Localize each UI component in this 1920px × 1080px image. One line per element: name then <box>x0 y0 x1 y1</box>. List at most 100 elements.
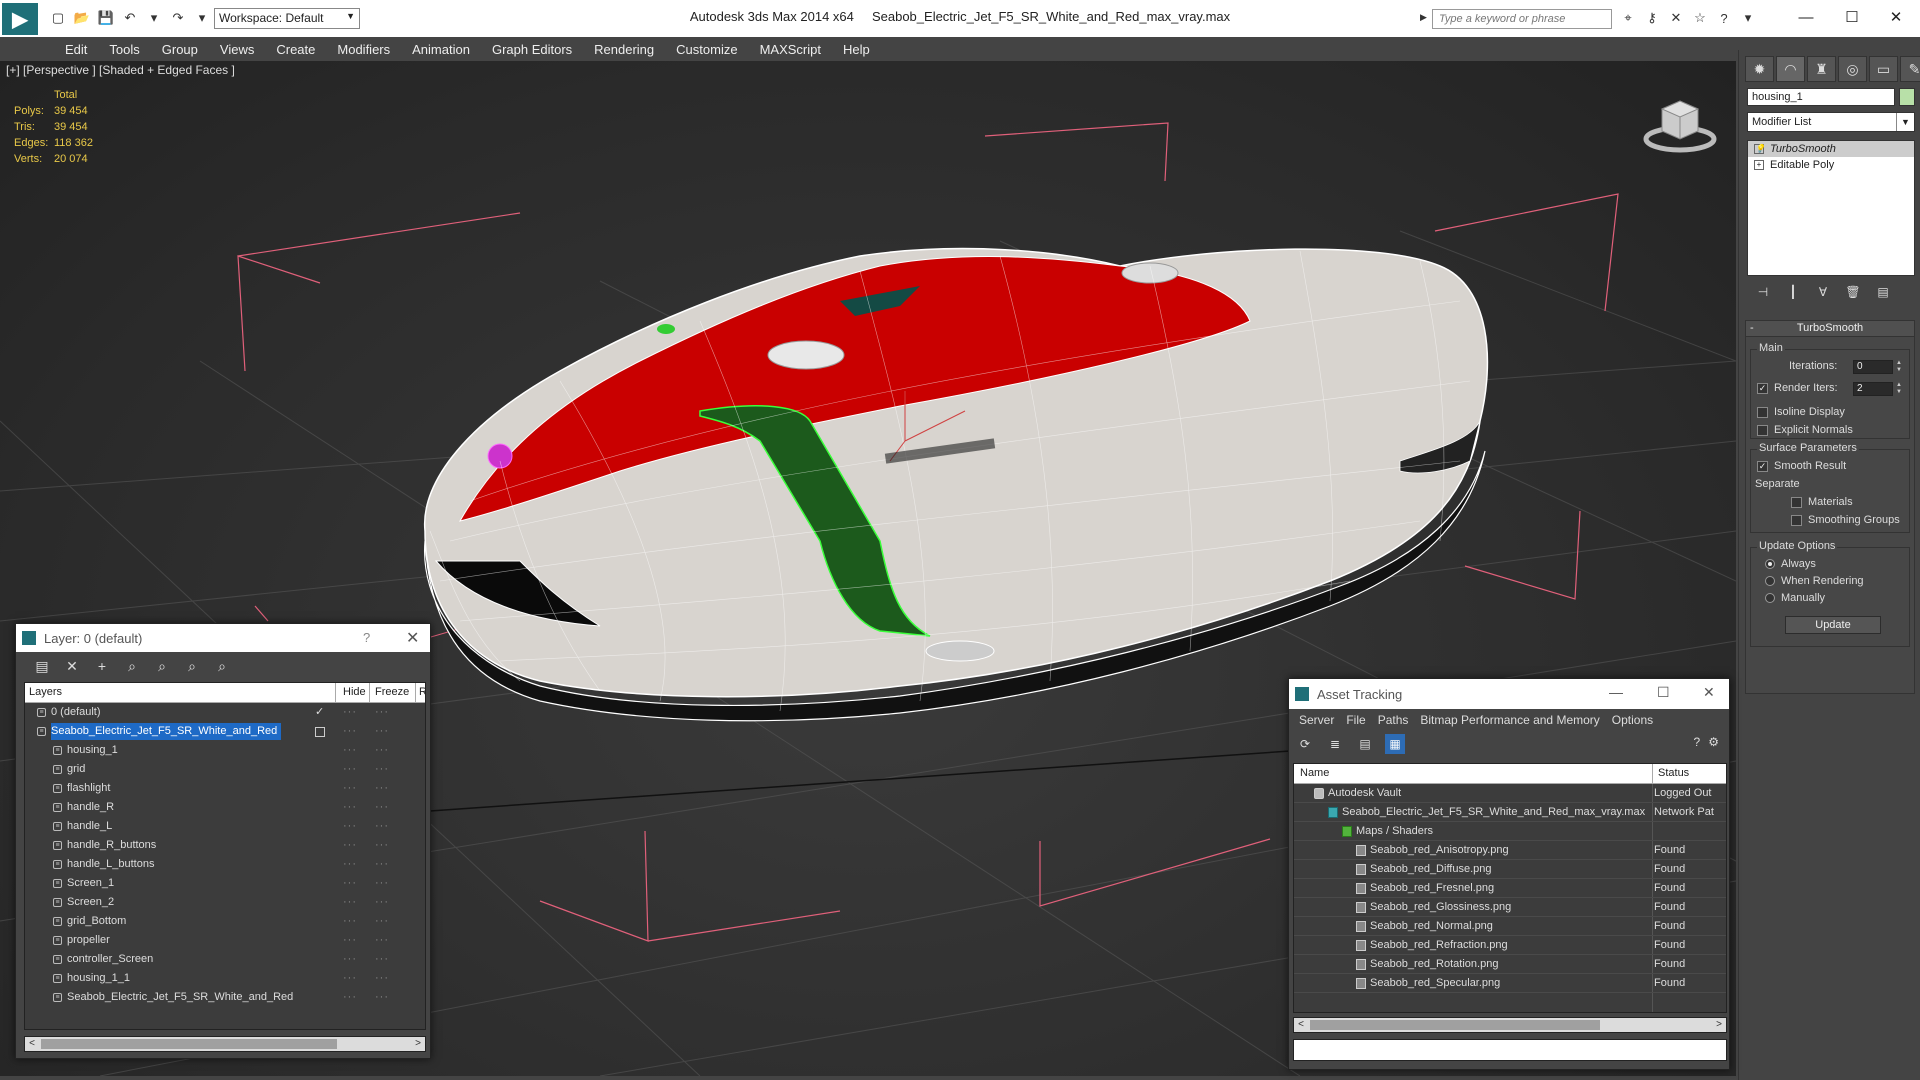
freeze-toggle[interactable]: ··· <box>375 950 389 969</box>
asset-row[interactable]: Seabob_red_Fresnel.png Found <box>1294 879 1726 898</box>
freeze-toggle[interactable]: ··· <box>375 722 389 741</box>
hide-toggle[interactable]: ··· <box>343 950 357 969</box>
layer-row[interactable]: ≡ grid ··· ··· <box>25 760 425 779</box>
freeze-toggle[interactable]: ··· <box>375 874 389 893</box>
new-file-icon[interactable]: ▢ <box>48 8 68 28</box>
column-layers[interactable]: Layers <box>29 686 62 698</box>
help-settings-icon[interactable]: ⚙ <box>1708 735 1719 749</box>
manually-radio[interactable] <box>1765 593 1775 603</box>
close-icon[interactable]: ✕ <box>1703 684 1715 701</box>
save-file-icon[interactable]: 💾 <box>96 8 116 28</box>
undo-dropdown-icon[interactable]: ▾ <box>144 8 164 28</box>
asset-row[interactable]: Seabob_red_Glossiness.png Found <box>1294 898 1726 917</box>
column-status[interactable]: Status <box>1658 767 1689 779</box>
column-render[interactable]: Re <box>419 686 425 698</box>
key-icon[interactable]: ⚷ <box>1642 8 1662 28</box>
materials-checkbox[interactable] <box>1791 496 1802 508</box>
help-dropdown-icon[interactable]: ▾ <box>1738 8 1758 28</box>
table-view-icon[interactable]: ▦ <box>1385 734 1405 754</box>
render-iters-row[interactable]: ✓ Render Iters: <box>1757 382 1838 394</box>
hide-toggle[interactable]: ··· <box>343 703 357 722</box>
open-file-icon[interactable]: 📂 <box>72 8 92 28</box>
asset-row[interactable]: Maps / Shaders <box>1294 822 1726 841</box>
layer-row[interactable]: ≡ housing_1_1 ··· ··· <box>25 969 425 988</box>
hide-toggle[interactable]: ··· <box>343 969 357 988</box>
menu-server[interactable]: Server <box>1293 713 1340 727</box>
layer-row[interactable]: ≡ handle_L_buttons ··· ··· <box>25 855 425 874</box>
hide-all-icon[interactable]: ⌕ <box>182 656 202 676</box>
motion-tab-icon[interactable]: ◎ <box>1838 56 1867 82</box>
smooth-result-row[interactable]: ✓ Smooth Result <box>1757 460 1846 472</box>
select-layer-icon[interactable]: ⌕ <box>152 656 172 676</box>
menu-customize[interactable]: Customize <box>665 42 748 57</box>
refresh-icon[interactable]: ⟳ <box>1295 734 1315 754</box>
hide-toggle[interactable]: ··· <box>343 760 357 779</box>
viewcube-icon[interactable] <box>1640 81 1720 161</box>
materials-row[interactable]: Materials <box>1791 496 1853 508</box>
menu-group[interactable]: Group <box>151 42 209 57</box>
freeze-toggle[interactable]: ··· <box>375 741 389 760</box>
isoline-checkbox[interactable] <box>1757 406 1768 418</box>
manually-row[interactable]: Manually <box>1765 592 1825 604</box>
stack-item-editable-poly[interactable]: + Editable Poly <box>1748 157 1914 173</box>
spinner-arrows-icon[interactable]: ▲ ▼ <box>1895 360 1903 374</box>
menu-modifiers[interactable]: Modifiers <box>326 42 401 57</box>
layer-row[interactable]: ≡ Seabob_Electric_Jet_F5_SR_White_and_Red… <box>25 988 425 1007</box>
rollout-header[interactable]: - TurboSmooth <box>1746 321 1914 337</box>
layer-row[interactable]: ≡ controller_Screen ··· ··· <box>25 950 425 969</box>
pin-stack-icon[interactable]: ⊣ <box>1753 282 1773 302</box>
make-unique-icon[interactable]: ∀ <box>1813 282 1833 302</box>
freeze-toggle[interactable]: ··· <box>375 893 389 912</box>
scroll-left-icon[interactable]: < <box>25 1037 39 1051</box>
menu-tools[interactable]: Tools <box>98 42 150 57</box>
always-radio[interactable] <box>1765 559 1775 569</box>
render-iters-checkbox[interactable]: ✓ <box>1757 382 1768 394</box>
asset-path-field[interactable] <box>1293 1039 1727 1061</box>
asset-row[interactable]: Seabob_Electric_Jet_F5_SR_White_and_Red_… <box>1294 803 1726 822</box>
iterations-spinner[interactable]: 0 <box>1853 360 1893 374</box>
hide-toggle[interactable]: ··· <box>343 836 357 855</box>
column-name[interactable]: Name <box>1300 767 1329 779</box>
freeze-toggle[interactable]: ··· <box>375 779 389 798</box>
hide-toggle[interactable]: ··· <box>343 741 357 760</box>
hide-toggle[interactable]: ··· <box>343 817 357 836</box>
current-layer-check-icon[interactable]: ✓ <box>315 703 324 722</box>
menu-animation[interactable]: Animation <box>401 42 481 57</box>
minimize-icon[interactable]: — <box>1784 4 1828 30</box>
menu-paths[interactable]: Paths <box>1372 713 1415 727</box>
when-rendering-radio[interactable] <box>1765 576 1775 586</box>
menu-file[interactable]: File <box>1340 713 1371 727</box>
hide-toggle[interactable]: ··· <box>343 931 357 950</box>
search-expand-icon[interactable]: ▶ <box>1420 12 1427 23</box>
create-layer-icon[interactable]: ▤ <box>32 656 52 676</box>
list-view-icon[interactable]: ≣ <box>1325 734 1345 754</box>
hide-toggle[interactable]: ··· <box>343 798 357 817</box>
always-row[interactable]: Always <box>1765 558 1816 570</box>
hide-toggle[interactable]: ··· <box>343 912 357 931</box>
utilities-tab-icon[interactable]: ✎ <box>1900 56 1920 82</box>
smoothing-groups-checkbox[interactable] <box>1791 514 1802 526</box>
menu-edit[interactable]: Edit <box>54 42 98 57</box>
smoothing-groups-row[interactable]: Smoothing Groups <box>1791 514 1900 526</box>
configure-sets-icon[interactable]: ▤ <box>1873 282 1893 302</box>
menu-bitmap-performance[interactable]: Bitmap Performance and Memory <box>1414 713 1605 727</box>
delete-layer-icon[interactable]: ✕ <box>62 656 82 676</box>
scroll-left-icon[interactable]: < <box>1294 1018 1308 1032</box>
layer-row[interactable]: ≡ Screen_1 ··· ··· <box>25 874 425 893</box>
create-tab-icon[interactable]: ✹ <box>1745 56 1774 82</box>
workspace-select[interactable]: Workspace: Default ▼ <box>214 8 360 29</box>
menu-rendering[interactable]: Rendering <box>583 42 665 57</box>
lightbulb-icon[interactable]: 💡 <box>1754 144 1765 154</box>
modifier-stack[interactable]: 💡 TurboSmooth + Editable Poly <box>1747 140 1915 276</box>
asset-row[interactable]: Autodesk Vault Logged Out <box>1294 784 1726 803</box>
help-icon[interactable]: ? <box>363 630 370 645</box>
scroll-right-icon[interactable]: > <box>1712 1018 1726 1032</box>
scroll-right-icon[interactable]: > <box>411 1037 425 1051</box>
explicit-normals-checkbox[interactable] <box>1757 424 1768 436</box>
remove-modifier-icon[interactable]: 🗑 <box>1843 282 1863 302</box>
help-icon[interactable]: ? <box>1694 735 1701 749</box>
freeze-toggle[interactable]: ··· <box>375 969 389 988</box>
spinner-arrows-icon[interactable]: ▲ ▼ <box>1895 382 1903 396</box>
smooth-result-checkbox[interactable]: ✓ <box>1757 460 1768 472</box>
layer-row[interactable]: ≡ propeller ··· ··· <box>25 931 425 950</box>
